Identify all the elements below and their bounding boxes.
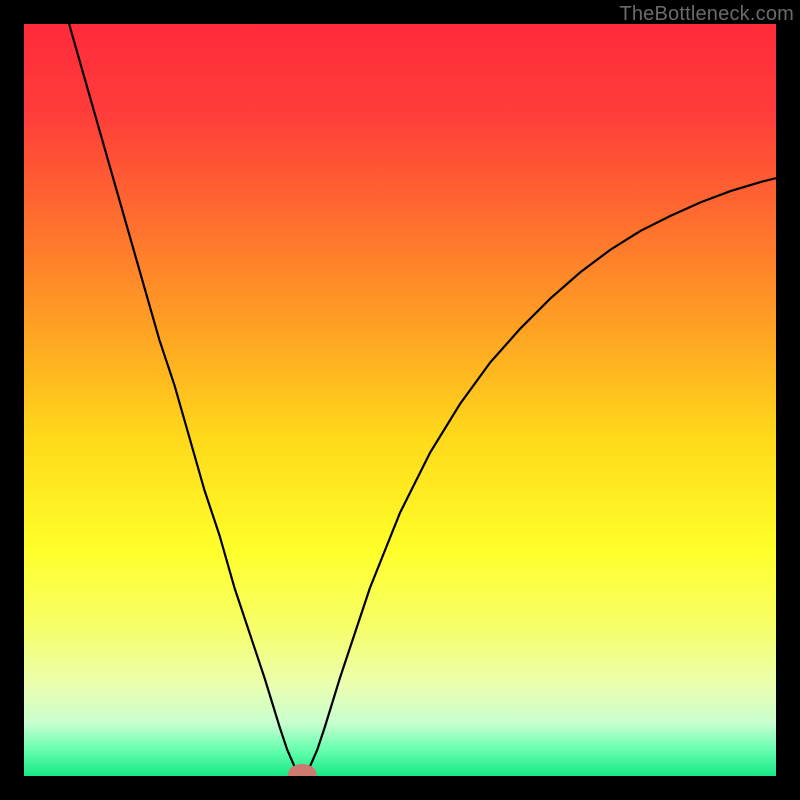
watermark-text: TheBottleneck.com xyxy=(619,3,794,26)
bottleneck-chart xyxy=(24,24,776,776)
gradient-background xyxy=(24,24,776,776)
chart-frame xyxy=(24,24,776,776)
minimum-marker xyxy=(292,768,313,776)
